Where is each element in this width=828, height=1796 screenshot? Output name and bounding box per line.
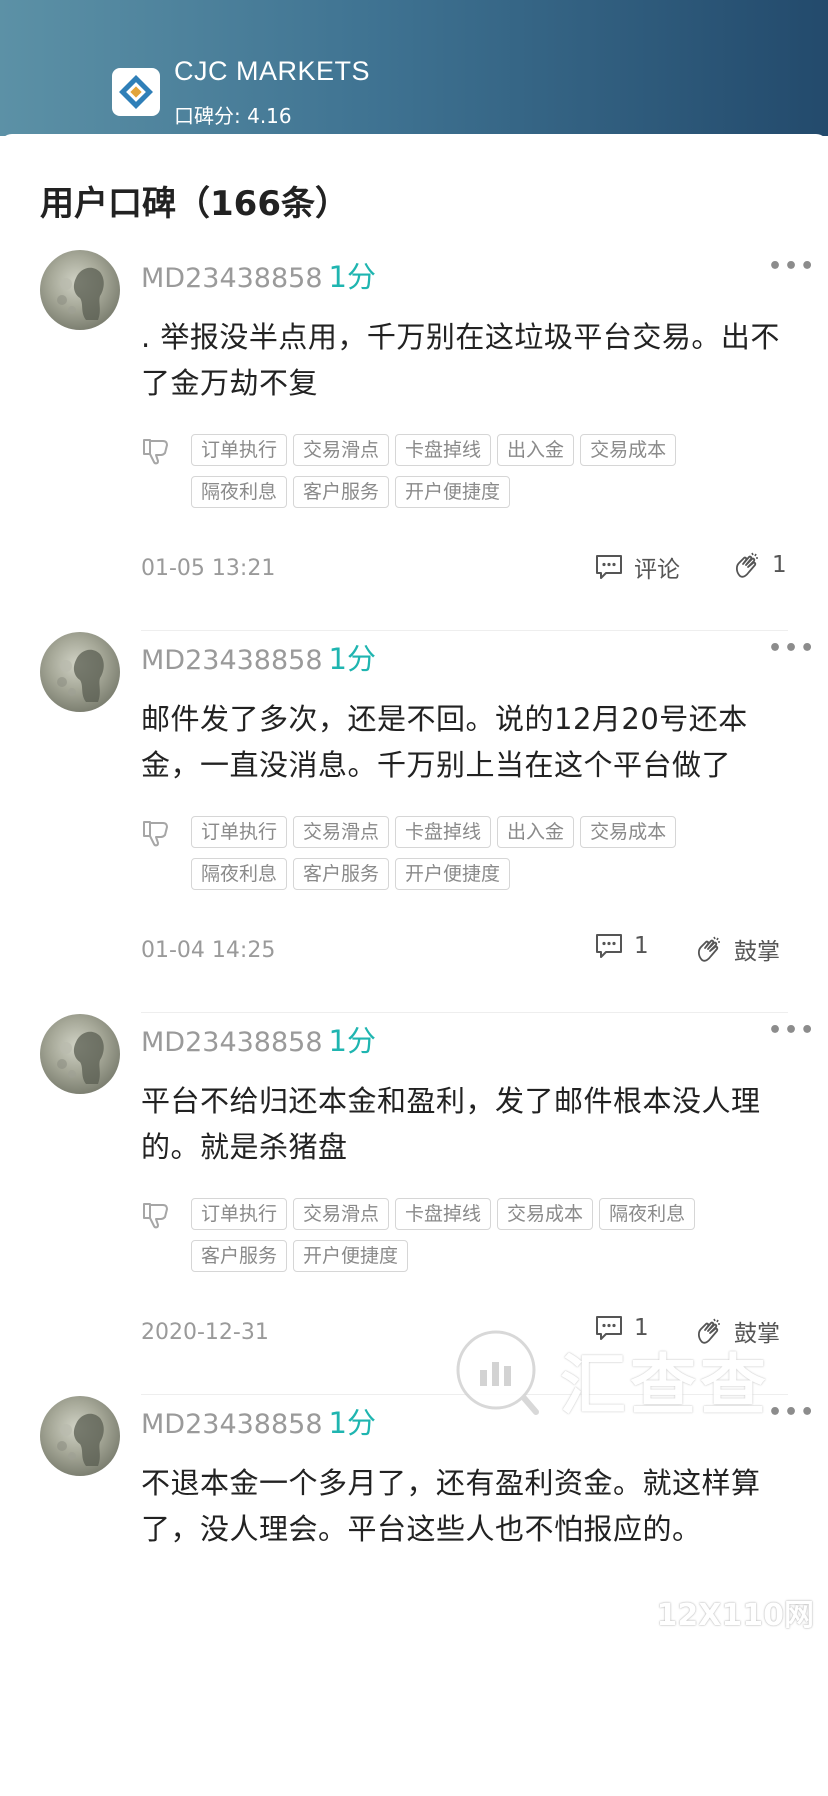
tag[interactable]: 交易滑点	[293, 434, 390, 466]
review-content: 邮件发了多次，还是不回。说的12月20号还本金，一直没消息。千万别上当在这个平台…	[141, 702, 748, 782]
tag[interactable]: 隔夜利息	[191, 858, 288, 890]
clap-label: 鼓掌	[734, 939, 780, 965]
tag[interactable]: 交易成本	[580, 816, 677, 848]
tag-list: 订单执行 交易滑点 卡盘掉线 出入金 交易成本隔夜利息 客户服务 开户便捷度	[191, 816, 711, 900]
user-score: 1分	[328, 260, 376, 294]
tag[interactable]: 订单执行	[191, 816, 288, 848]
tag[interactable]: 开户便捷度	[395, 476, 511, 508]
review-date: 01-05 13:21	[141, 556, 276, 581]
tag[interactable]: 客户服务	[191, 1240, 288, 1272]
tag[interactable]: 客户服务	[293, 476, 390, 508]
comment-button[interactable]: 1	[594, 932, 649, 960]
comment-button[interactable]: 评论	[594, 550, 680, 584]
user-score: 1分	[328, 642, 376, 676]
app-name: CJC MARKETS	[174, 56, 371, 86]
review-date: 01-04 14:25	[141, 938, 276, 963]
review-date: 2020-12-31	[141, 1320, 269, 1345]
username-text: MD23438858	[141, 263, 323, 294]
review-content: 平台不给归还本金和盈利，发了邮件根本没人理的。就是杀猪盘	[141, 1084, 761, 1164]
tag[interactable]: 卡盘掉线	[395, 434, 492, 466]
tag[interactable]: 隔夜利息	[599, 1198, 696, 1230]
tag-list: 订单执行 交易滑点 卡盘掉线 交易成本 隔夜利息客户服务 开户便捷度	[191, 1198, 711, 1282]
username-text: MD23438858	[141, 1409, 323, 1440]
thumb-down-icon[interactable]	[141, 437, 171, 471]
avatar-image	[57, 267, 104, 320]
thumb-down-icon[interactable]	[141, 1201, 171, 1235]
review-content: 不退本金一个多月了，还有盈利资金。就这样算了，没人理会。平台这些人也不怕报应的。	[141, 1466, 761, 1546]
tag[interactable]: 交易成本	[497, 1198, 594, 1230]
avatar-image	[57, 1031, 104, 1084]
clap-button[interactable]: 鼓掌	[694, 932, 780, 966]
section-title: 用户口碑（166条）	[40, 184, 349, 224]
comment-label: 评论	[634, 557, 680, 583]
tag[interactable]: 订单执行	[191, 1198, 288, 1230]
tag[interactable]: 交易滑点	[293, 816, 390, 848]
review-content: . 举报没半点用，千万别在这垃圾平台交易。出不了金万劫不复	[141, 320, 780, 400]
clap-count: 1	[772, 552, 787, 578]
avatar[interactable]	[40, 1396, 120, 1476]
more-icon[interactable]: •••	[768, 254, 816, 279]
clap-icon	[697, 936, 720, 962]
username[interactable]: MD23438858 1分	[141, 1400, 376, 1442]
app-score: 口碑分: 4.16	[174, 104, 292, 128]
tag[interactable]: 开户便捷度	[395, 858, 511, 890]
tag[interactable]: 出入金	[497, 816, 575, 848]
review-item: MD23438858 1分 ••• . 举报没半点用，千万别在这垃圾平台交易。出不…	[0, 250, 828, 650]
tag[interactable]: 订单执行	[191, 434, 288, 466]
corner-watermark: 12X110网	[656, 1598, 815, 1633]
username-text: MD23438858	[141, 645, 323, 676]
more-icon[interactable]: •••	[768, 636, 816, 661]
comment-count: 1	[634, 933, 649, 959]
tag[interactable]: 交易成本	[580, 434, 677, 466]
watermark: 汇查查	[452, 1330, 798, 1424]
clap-button[interactable]: 1	[732, 550, 787, 580]
clap-icon	[735, 552, 758, 578]
tag[interactable]: 客户服务	[293, 858, 390, 890]
avatar[interactable]	[40, 250, 120, 330]
watermark-logo-icon	[456, 1330, 539, 1415]
username-text: MD23438858	[141, 1027, 323, 1058]
review-item: MD23438858 1分 ••• 邮件发了多次，还是不回。说的12月20号还本金…	[0, 632, 828, 1032]
tag[interactable]: 隔夜利息	[191, 476, 288, 508]
tag[interactable]: 卡盘掉线	[395, 1198, 492, 1230]
avatar-image	[57, 649, 104, 702]
divider	[141, 630, 788, 631]
user-score: 1分	[328, 1024, 376, 1058]
username[interactable]: MD23438858 1分	[141, 636, 376, 678]
app-header: CJC MARKETS 口碑分: 4.16	[0, 0, 828, 136]
avatar[interactable]	[40, 1014, 120, 1094]
username[interactable]: MD23438858 1分	[141, 254, 376, 296]
comment-icon	[596, 555, 622, 579]
app-logo	[112, 68, 160, 116]
avatar-image	[57, 1413, 104, 1466]
logo-icon	[119, 75, 153, 109]
divider	[141, 1012, 788, 1013]
tag[interactable]: 开户便捷度	[293, 1240, 409, 1272]
user-score: 1分	[328, 1406, 376, 1440]
tag[interactable]: 出入金	[497, 434, 575, 466]
tag-list: 订单执行 交易滑点 卡盘掉线 出入金 交易成本隔夜利息 客户服务 开户便捷度	[191, 434, 711, 518]
watermark-text: 汇查查	[560, 1347, 770, 1424]
more-icon[interactable]: •••	[768, 1018, 816, 1043]
comment-icon	[596, 934, 622, 958]
tag[interactable]: 卡盘掉线	[395, 816, 492, 848]
avatar[interactable]	[40, 632, 120, 712]
thumb-down-icon[interactable]	[141, 819, 171, 853]
tag[interactable]: 交易滑点	[293, 1198, 390, 1230]
username[interactable]: MD23438858 1分	[141, 1018, 376, 1060]
